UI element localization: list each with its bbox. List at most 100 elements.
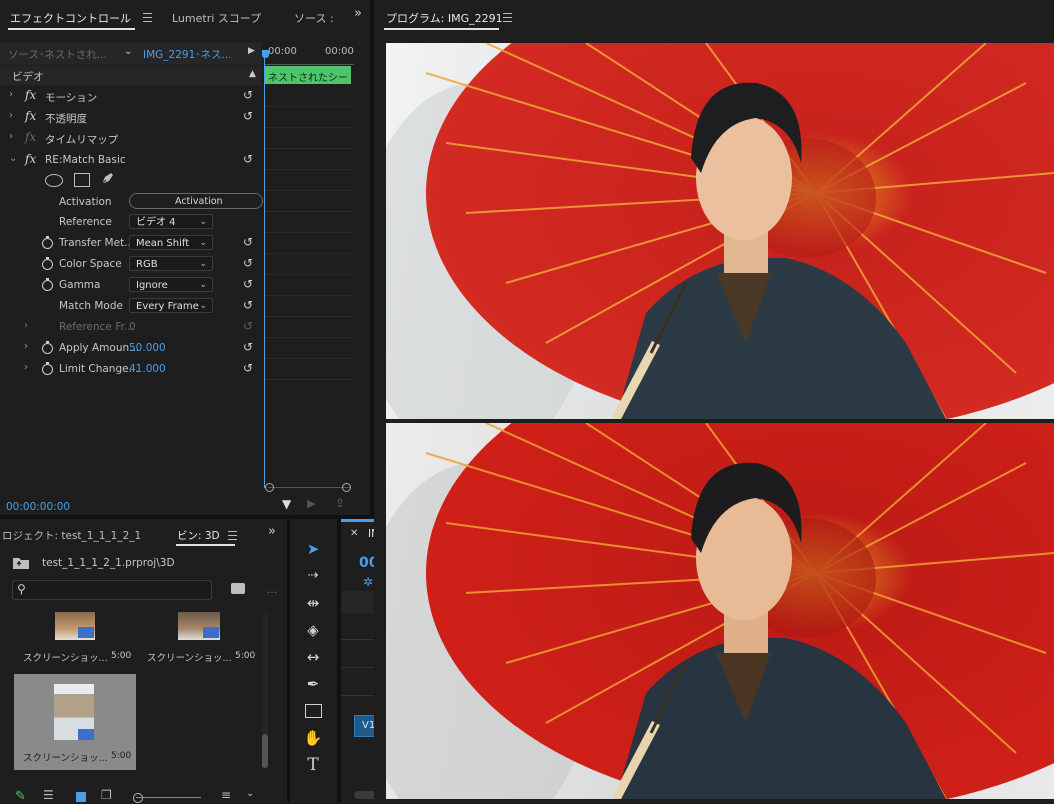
clip-label[interactable]: IMG_2291･ネス... xyxy=(143,47,232,62)
more-icon[interactable]: … xyxy=(267,585,277,596)
panel-menu-icon[interactable] xyxy=(228,531,237,540)
program-monitor-video-top[interactable] xyxy=(386,43,1054,419)
fx-icon[interactable]: fx xyxy=(25,152,36,166)
effect-row-motion[interactable]: › fx モーション ↺ xyxy=(0,86,262,107)
fx-icon[interactable]: fx xyxy=(25,109,36,123)
list-item[interactable]: スクリーンショッ... 5:00 xyxy=(138,612,260,672)
reference-dropdown[interactable]: ビデオ 4 ⌄ xyxy=(129,214,213,229)
ruler-ticks xyxy=(264,58,354,65)
reset-icon[interactable]: ↺ xyxy=(242,89,254,101)
gamma-dropdown[interactable]: Ignore ⌄ xyxy=(129,277,213,292)
match-mode-dropdown[interactable]: Every Frame ⌄ xyxy=(129,298,213,313)
timecode-mid: 00:00 xyxy=(325,46,354,57)
reset-icon[interactable]: ↺ xyxy=(242,299,254,311)
stopwatch-icon[interactable] xyxy=(42,362,53,375)
play-triangle-icon[interactable]: ▶ xyxy=(248,46,255,56)
reset-icon[interactable]: ↺ xyxy=(242,257,254,269)
chevron-right-icon[interactable]: › xyxy=(9,110,13,121)
chevron-right-icon[interactable]: › xyxy=(24,341,28,352)
zoom-scrollbar[interactable] xyxy=(268,487,350,488)
tab-bin[interactable]: ビン: 3D xyxy=(177,528,220,543)
double-chevron-right-icon[interactable]: » xyxy=(268,524,276,539)
color-space-dropdown[interactable]: RGB ⌄ xyxy=(129,256,213,271)
reference-frame-value[interactable]: 0 xyxy=(129,321,136,333)
icon-view-icon[interactable] xyxy=(76,792,86,802)
search-input[interactable] xyxy=(12,580,212,600)
scroll-handle-right[interactable] xyxy=(342,483,351,492)
reset-icon[interactable]: ↺ xyxy=(242,110,254,122)
slip-tool-icon[interactable]: ↔ xyxy=(300,646,326,668)
close-icon[interactable]: ✕ xyxy=(350,528,358,539)
list-item[interactable]: スクリーンショッ... 5:00 xyxy=(14,612,136,672)
scrollbar-thumb[interactable] xyxy=(262,734,268,768)
program-monitor-video-bottom[interactable] xyxy=(386,423,1054,799)
chevron-right-icon[interactable]: › xyxy=(9,89,13,100)
fx-icon[interactable]: fx xyxy=(25,88,36,102)
pen-tool-icon[interactable]: ✒ xyxy=(300,673,326,695)
pen-mask-icon[interactable] xyxy=(99,171,115,187)
clip-badge-icon xyxy=(203,627,219,638)
export-icon[interactable]: ⇪ xyxy=(335,496,345,510)
panel-menu-icon[interactable] xyxy=(143,13,152,22)
current-timecode[interactable]: 00:00:00:00 xyxy=(6,501,70,513)
apply-amount-value[interactable]: 50.000 xyxy=(129,342,166,354)
selection-tool-icon[interactable]: ➤ xyxy=(300,538,326,560)
chevron-down-icon[interactable]: ⌄ xyxy=(9,153,17,164)
effect-row-opacity[interactable]: › fx 不透明度 ↺ xyxy=(0,107,262,128)
limit-change-value[interactable]: 41.000 xyxy=(129,363,166,375)
hand-tool-icon[interactable]: ✋ xyxy=(300,727,326,749)
clip-name: スクリーンショッ... xyxy=(147,653,232,664)
stopwatch-icon[interactable] xyxy=(42,236,53,249)
bin-path: test_1_1_1_2_1.prproj\3D xyxy=(42,557,175,569)
ellipse-mask-icon[interactable] xyxy=(45,174,63,187)
clip-duration: 5:00 xyxy=(111,651,132,661)
ripple-edit-tool-icon[interactable]: ⇹ xyxy=(300,592,326,614)
chevron-down-icon[interactable]: ⌄ xyxy=(124,46,132,57)
effect-row-rematch[interactable]: ⌄ fx RE:Match Basic ↺ xyxy=(0,150,262,171)
stopwatch-icon[interactable] xyxy=(42,341,53,354)
clip-badge-icon xyxy=(78,627,94,638)
chevron-right-icon[interactable]: › xyxy=(24,320,28,331)
effect-name: RE:Match Basic xyxy=(45,154,126,166)
effect-row-time-remap[interactable]: › fx タイムリマップ xyxy=(0,128,262,149)
nested-clip-label: ネストされたシー xyxy=(268,73,348,84)
zoom-slider[interactable] xyxy=(136,797,201,798)
snap-icon[interactable]: ✲ xyxy=(363,575,373,589)
folder-up-icon[interactable] xyxy=(12,556,30,570)
list-item[interactable]: スクリーンショッ... 5:00 xyxy=(14,674,136,770)
chevron-right-icon[interactable]: › xyxy=(9,131,13,142)
play-only-icon[interactable]: ▶ xyxy=(307,497,315,510)
scroll-handle-left[interactable] xyxy=(265,483,274,492)
double-chevron-right-icon[interactable]: » xyxy=(354,6,362,21)
tab-lumetri-scopes[interactable]: Lumetri スコープ xyxy=(172,10,261,26)
project-panel: ロジェクト: test_1_1_1_2_1 ビン: 3D » test_1_1_… xyxy=(0,519,287,804)
program-monitor-title[interactable]: プログラム: IMG_2291 xyxy=(386,10,503,26)
stopwatch-icon[interactable] xyxy=(42,278,53,291)
reset-icon[interactable]: ↺ xyxy=(242,278,254,290)
chevron-right-icon[interactable]: › xyxy=(24,362,28,373)
rectangle-tool-icon[interactable] xyxy=(305,704,322,718)
new-search-bin-icon[interactable] xyxy=(231,583,245,594)
playhead-marker[interactable] xyxy=(262,50,269,58)
panel-menu-icon[interactable] xyxy=(503,13,512,22)
transfer-method-dropdown[interactable]: Mean Shift ⌄ xyxy=(129,235,213,250)
tab-source[interactable]: ソース : xyxy=(294,10,334,26)
freeform-view-icon[interactable]: ❐ xyxy=(101,788,112,802)
reset-icon[interactable]: ↺ xyxy=(242,341,254,353)
stopwatch-icon[interactable] xyxy=(42,257,53,270)
chevron-down-icon: ⌄ xyxy=(199,259,207,269)
tab-project[interactable]: ロジェクト: test_1_1_1_2_1 xyxy=(2,528,141,543)
type-tool-icon[interactable]: T xyxy=(300,754,326,776)
reset-icon[interactable]: ↺ xyxy=(242,153,254,165)
razor-tool-icon[interactable]: ◈ xyxy=(300,619,326,641)
chevron-down-icon[interactable]: ⌄ xyxy=(246,788,254,799)
filter-icon[interactable]: ▼ xyxy=(282,497,291,511)
list-view-icon[interactable]: ☰ xyxy=(43,788,54,802)
reset-icon[interactable]: ↺ xyxy=(242,236,254,248)
tab-effect-controls[interactable]: エフェクトコントロール xyxy=(10,10,131,26)
collapse-up-icon[interactable]: ▲ xyxy=(249,69,256,79)
sort-icon[interactable]: ≡ xyxy=(221,788,231,802)
rectangle-mask-icon[interactable] xyxy=(74,173,90,187)
reset-icon[interactable]: ↺ xyxy=(242,362,254,374)
track-select-tool-icon[interactable]: ⇢ xyxy=(300,565,326,587)
